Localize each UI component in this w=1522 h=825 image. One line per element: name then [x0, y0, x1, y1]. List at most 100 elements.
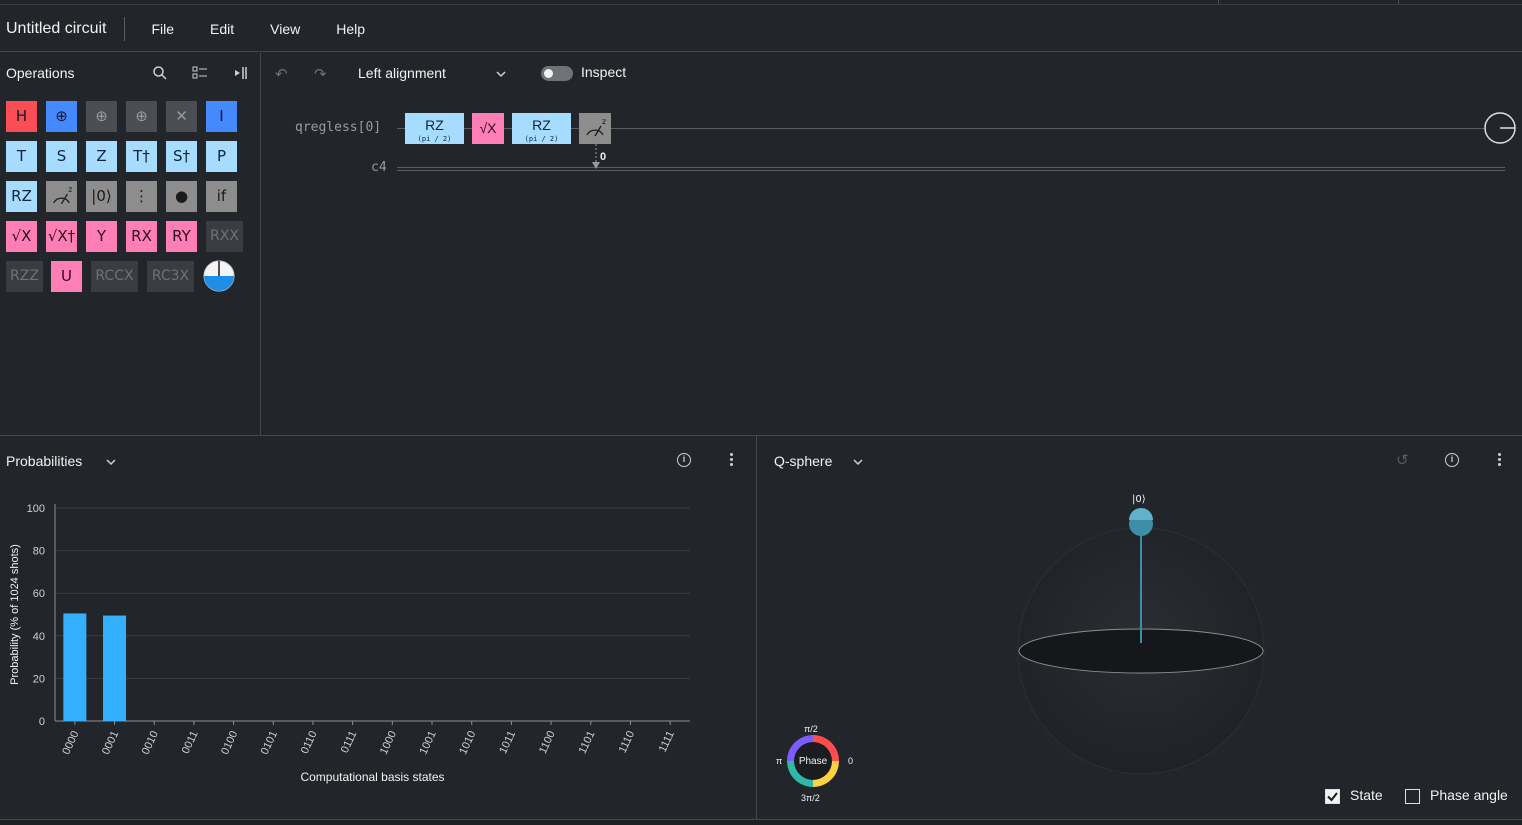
phase-bottom-label: 3π/2 — [801, 793, 820, 803]
x-tick-label: 0111 — [339, 729, 360, 755]
x-tick-label: 1111 — [657, 729, 677, 754]
menu-help[interactable]: Help — [326, 17, 375, 41]
gate-13[interactable]: z — [46, 181, 77, 212]
y-axis-title: Probability (% of 1024 shots) — [9, 544, 21, 685]
menu-file[interactable]: File — [141, 17, 184, 41]
gate-25[interactable]: U — [51, 261, 82, 292]
gate-17[interactable]: if — [206, 181, 237, 212]
gate-7[interactable]: S — [46, 141, 77, 172]
gate-9[interactable]: T† — [126, 141, 157, 172]
x-tick-label: 1101 — [577, 729, 598, 756]
circuit-title[interactable]: Untitled circuit — [0, 16, 126, 41]
rz-gate-2-label: RZ — [532, 117, 551, 133]
chevron-down-icon[interactable] — [106, 457, 116, 467]
x-tick-label: 0100 — [219, 729, 240, 756]
probabilities-title[interactable]: Probabilities — [6, 453, 82, 469]
y-tick-label: 20 — [33, 673, 45, 685]
wire-end-icon[interactable] — [1484, 112, 1518, 146]
bar-0000 — [63, 613, 87, 721]
y-tick-label: 80 — [33, 546, 45, 558]
gate-26[interactable]: RCCX — [91, 261, 138, 292]
state-checkbox[interactable] — [1325, 789, 1340, 804]
state-checkbox-label: State — [1350, 787, 1383, 803]
measure-gate[interactable]: z — [579, 113, 611, 144]
gate-3[interactable]: ⊕ — [126, 101, 157, 132]
list-view-icon[interactable] — [192, 65, 208, 81]
operations-panel: Operations H ⊕ ⊕ ⊕ ✕ I T S Z T† S† P RZ z |0⟩ ⋮ ● if √X √X†… — [0, 53, 261, 436]
rz-gate[interactable]: RZ (pi / 2) — [405, 113, 464, 144]
collapse-panel-icon[interactable] — [232, 65, 248, 81]
alignment-dropdown[interactable]: Left alignment — [358, 65, 446, 81]
qubit-label[interactable]: qregless[0] — [295, 120, 381, 135]
classical-wire — [397, 167, 1505, 171]
x-tick-label: 0110 — [299, 729, 320, 756]
inspect-label: Inspect — [581, 64, 627, 80]
x-tick-label: 1000 — [378, 729, 399, 756]
gate-4[interactable]: ✕ — [166, 101, 197, 132]
gate-2[interactable]: ⊕ — [86, 101, 117, 132]
gate-19[interactable]: √X† — [46, 221, 77, 252]
gate-11[interactable]: P — [206, 141, 237, 172]
gate-6[interactable]: T — [6, 141, 37, 172]
gate-23[interactable]: RXX — [206, 221, 243, 252]
phase-angle-checkbox-label: Phase angle — [1430, 787, 1508, 803]
bar-0001 — [103, 615, 127, 721]
measure-bit-index: 0 — [600, 151, 607, 163]
phase-center-label: Phase — [798, 756, 828, 767]
phase-right-label: 0 — [848, 756, 854, 766]
gate-5[interactable]: I — [206, 101, 237, 132]
info-icon[interactable]: i — [677, 453, 691, 467]
circuit-editor: ↶ ↷ Left alignment Inspect qregless[0] c… — [262, 53, 1522, 436]
undo-icon[interactable]: ↶ — [275, 65, 288, 83]
gate-20[interactable]: Y — [86, 221, 117, 252]
measure-icon: z — [586, 117, 606, 137]
gate-0[interactable]: H — [6, 101, 37, 132]
gate-18[interactable]: √X — [6, 221, 37, 252]
sqrt-x-gate[interactable]: √X — [472, 113, 504, 144]
x-axis-title: Computational basis states — [300, 770, 444, 784]
gate-21[interactable]: RX — [126, 221, 157, 252]
bloch-state-icon[interactable] — [202, 259, 236, 293]
measure-arrow — [592, 144, 600, 169]
x-tick-label: 1011 — [497, 729, 518, 756]
menu-view[interactable]: View — [260, 17, 310, 41]
inspect-toggle[interactable] — [541, 66, 573, 81]
state-label: |0⟩ — [1132, 494, 1146, 505]
x-tick-label: 0000 — [60, 729, 81, 756]
x-tick-label: 1100 — [537, 729, 558, 756]
gate-24[interactable]: RZZ — [6, 261, 43, 292]
rz-gate-param: (pi / 2) — [417, 135, 452, 143]
rz-gate-label: RZ — [425, 117, 444, 133]
gate-16[interactable]: ● — [166, 181, 197, 212]
overflow-menu-icon[interactable] — [730, 453, 734, 467]
phase-top-label: π/2 — [804, 724, 818, 734]
y-tick-label: 0 — [39, 716, 45, 728]
rz-gate-2[interactable]: RZ (pi / 2) — [512, 113, 571, 144]
x-tick-label: 0001 — [100, 729, 121, 756]
chevron-down-icon[interactable] — [496, 69, 506, 79]
gate-22[interactable]: RY — [166, 221, 197, 252]
search-icon[interactable] — [152, 65, 168, 81]
x-tick-label: 1010 — [457, 729, 478, 756]
status-strip — [0, 819, 1522, 825]
operations-title: Operations — [6, 65, 75, 81]
y-tick-label: 100 — [27, 503, 45, 515]
gate-12[interactable]: RZ — [6, 181, 37, 212]
creg-label: c4 — [371, 160, 387, 175]
gate-27[interactable]: RC3X — [147, 261, 194, 292]
phase-angle-checkbox[interactable] — [1405, 789, 1420, 804]
top-strip — [0, 0, 1522, 5]
phase-left-label: π — [776, 756, 783, 766]
gate-1[interactable]: ⊕ — [46, 101, 77, 132]
gate-8[interactable]: Z — [86, 141, 117, 172]
redo-icon[interactable]: ↷ — [314, 65, 327, 83]
measure-icon: z — [53, 185, 72, 205]
gate-14[interactable]: |0⟩ — [86, 181, 117, 212]
gate-10[interactable]: S† — [166, 141, 197, 172]
probabilities-panel: Probabilities i 0 20 40 60 80 100 0000 0001 0010… — [0, 436, 757, 819]
menu-edit[interactable]: Edit — [200, 17, 244, 41]
probability-chart: 0 20 40 60 80 100 0000 0001 0010 0011 0100 0101 0110… — [9, 503, 690, 784]
rz-gate-2-param: (pi / 2) — [524, 135, 559, 143]
gate-15[interactable]: ⋮ — [126, 181, 157, 212]
x-tick-label: 1110 — [617, 729, 638, 755]
